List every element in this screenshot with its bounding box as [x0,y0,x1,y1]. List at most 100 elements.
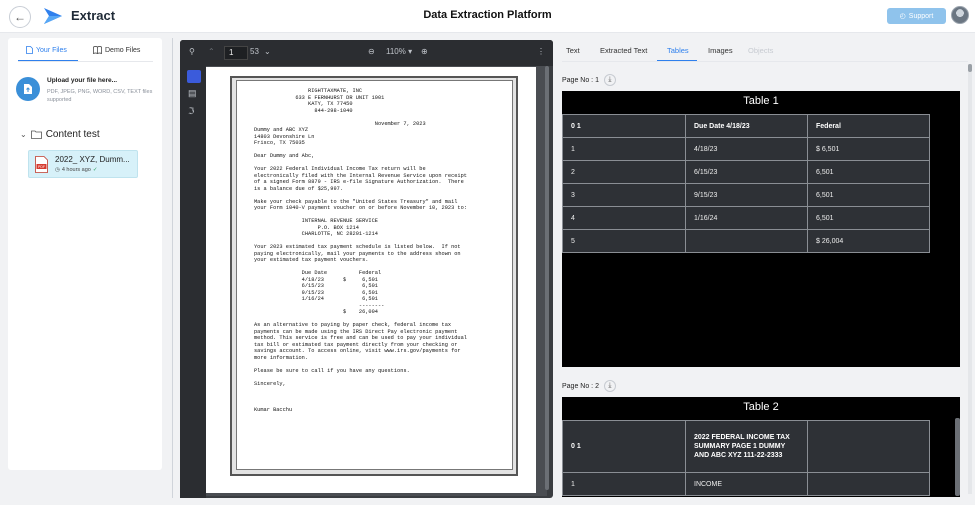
viewer-scrollbar[interactable] [545,66,549,490]
chevron-down-icon: ⌄ [20,130,27,139]
table-cell: 6,501 [807,183,930,207]
table-cell: 9/15/23 [685,183,808,207]
table-cell: 6/15/23 [685,160,808,184]
clock-icon: ◷ [55,167,60,173]
table-2-block: Table 2 0 1 2022 FEDERAL INCOME TAX SUMM… [562,397,960,497]
table-header-cell: 0 1 [562,114,686,138]
book-icon [93,46,102,54]
page-2-label: Page No : 2 [562,382,599,390]
file-time: 4 hours ago [61,167,91,173]
table-row: 4 1/16/24 6,501 [562,206,930,230]
files-panel: Your Files Demo Files Upload your file h… [8,38,162,470]
tab-tables[interactable]: Tables [667,46,689,55]
table-1: 0 1 Due Date 4/18/23 Federal 1 4/18/23 $… [562,114,930,253]
page-2-header: Page No : 2 ⤓ [562,380,616,392]
table-cell: $ 6,501 [807,137,930,161]
page-number-input[interactable]: 1 [224,46,248,60]
tab-demo-files-label: Demo Files [105,46,141,54]
table-scrollbar-thumb[interactable] [955,418,960,496]
folder-name: Content test [45,129,100,140]
outline-icon[interactable]: ▤ [188,88,197,99]
folder-icon [30,130,42,139]
results-scrollbar-thumb[interactable] [968,64,972,72]
file-meta: ◷ 4 hours ago ✓ [55,167,97,173]
table-header-cell: 2022 FEDERAL INCOME TAX SUMMARY PAGE 1 D… [685,420,808,473]
upload-supported-types: PDF, JPEG, PNG, WORD, CSV, TEXT files su… [47,89,153,103]
page-1-header: Page No : 1 ⤓ [562,74,616,86]
tab-objects[interactable]: Objects [748,46,773,55]
table-header-cell: Federal [807,114,930,138]
tab-your-files-label: Your Files [36,46,67,54]
svg-text:PDF: PDF [38,165,45,169]
table-cell: 4 [562,206,686,230]
table-cell: 2 [562,160,686,184]
headset-icon: ◴ [899,13,906,20]
platform-title: Data Extraction Platform [423,9,552,21]
table-header-cell: Due Date 4/18/23 [685,114,808,138]
file-item[interactable]: PDF 2022_ XYZ, Dumm... ◷ 4 hours ago ✓ [28,150,138,178]
table-row: 1 4/18/23 $ 6,501 [562,137,930,161]
tab-images[interactable]: Images [708,46,733,55]
file-icon [26,46,33,54]
table-2: 0 1 2022 FEDERAL INCOME TAX SUMMARY PAGE… [562,420,930,496]
table-cell: 5 [562,229,686,253]
tab-text[interactable]: Text [566,46,580,55]
viewer-toolbar: ⚲ ⌃ 1 53 ⌄ ⊖ 110% ▾ ⊕ ⋮ [180,40,553,66]
table-header-row: 0 1 2022 FEDERAL INCOME TAX SUMMARY PAGE… [562,420,930,473]
check-icon: ✓ [92,167,98,173]
table-header-cell: 0 1 [562,420,686,473]
support-label: Support [908,12,934,20]
viewer-sidebar: ▤ ℑ [180,66,206,498]
table-cell: 6,501 [807,160,930,184]
search-icon[interactable]: ⚲ [189,47,195,56]
table-row: 2 6/15/23 6,501 [562,160,930,184]
tabs-divider [562,61,968,62]
zoom-level[interactable]: 110% ▾ [386,47,412,56]
table-cell: $ 26,004 [807,229,930,253]
table-cell: 1 [562,472,686,496]
table-cell: 3 [562,183,686,207]
more-vertical-icon[interactable]: ⋮ [537,47,545,56]
table-row: 5 $ 26,004 [562,229,930,253]
table-cell: 6,501 [807,206,930,230]
download-icon[interactable]: ⤓ [603,74,616,86]
tab-demo-files[interactable]: Demo Files [93,46,140,54]
document-text: RIGHTTAXMATE, INC 633 E FERNHURST DR UNI… [254,88,467,413]
table-cell [685,229,808,253]
zoom-out-icon[interactable]: ⊖ [368,47,375,56]
folder-content-test[interactable]: ⌄ Content test [20,129,100,140]
zoom-in-icon[interactable]: ⊕ [421,47,428,56]
file-name: 2022_ XYZ, Dumm... [55,155,130,164]
table-cell: 1/16/24 [685,206,808,230]
table-cell: 4/18/23 [685,137,808,161]
upload-title[interactable]: Upload your file here... [47,77,117,84]
upload-button[interactable] [16,77,40,101]
table-row: 3 9/15/23 6,501 [562,183,930,207]
avatar[interactable] [951,6,969,24]
attachment-icon[interactable]: ℑ [188,106,194,117]
total-pages: 53 [250,47,259,56]
table-1-title: Table 1 [743,95,779,107]
zoom-value: 110% [386,47,406,56]
pdf-icon: PDF [35,156,48,173]
results-scrollbar-track[interactable] [968,64,972,494]
table-header-row: 0 1 Due Date 4/18/23 Federal [562,114,930,138]
thumbnails-icon[interactable] [187,70,201,83]
table-cell [807,472,930,496]
table-cell: 1 [562,137,686,161]
page-1-label: Page No : 1 [562,76,599,84]
tab-extracted-text[interactable]: Extracted Text [600,46,647,55]
top-header: ← Extract Data Extraction Platform ◴ Sup… [0,0,975,33]
table-header-cell [807,420,930,473]
download-icon[interactable]: ⤓ [603,380,616,392]
tabs-divider [18,61,153,62]
chevron-up-icon[interactable]: ⌃ [208,47,215,56]
table-2-title: Table 2 [743,401,779,413]
panel-divider[interactable] [172,38,173,498]
support-button[interactable]: ◴ Support [887,8,946,24]
table-cell: INCOME [685,472,808,496]
table-1-block: Table 1 0 1 Due Date 4/18/23 Federal 1 4… [562,91,960,367]
upload-file-icon [24,84,32,94]
tab-your-files[interactable]: Your Files [26,46,67,54]
chevron-down-icon[interactable]: ⌄ [264,47,271,56]
